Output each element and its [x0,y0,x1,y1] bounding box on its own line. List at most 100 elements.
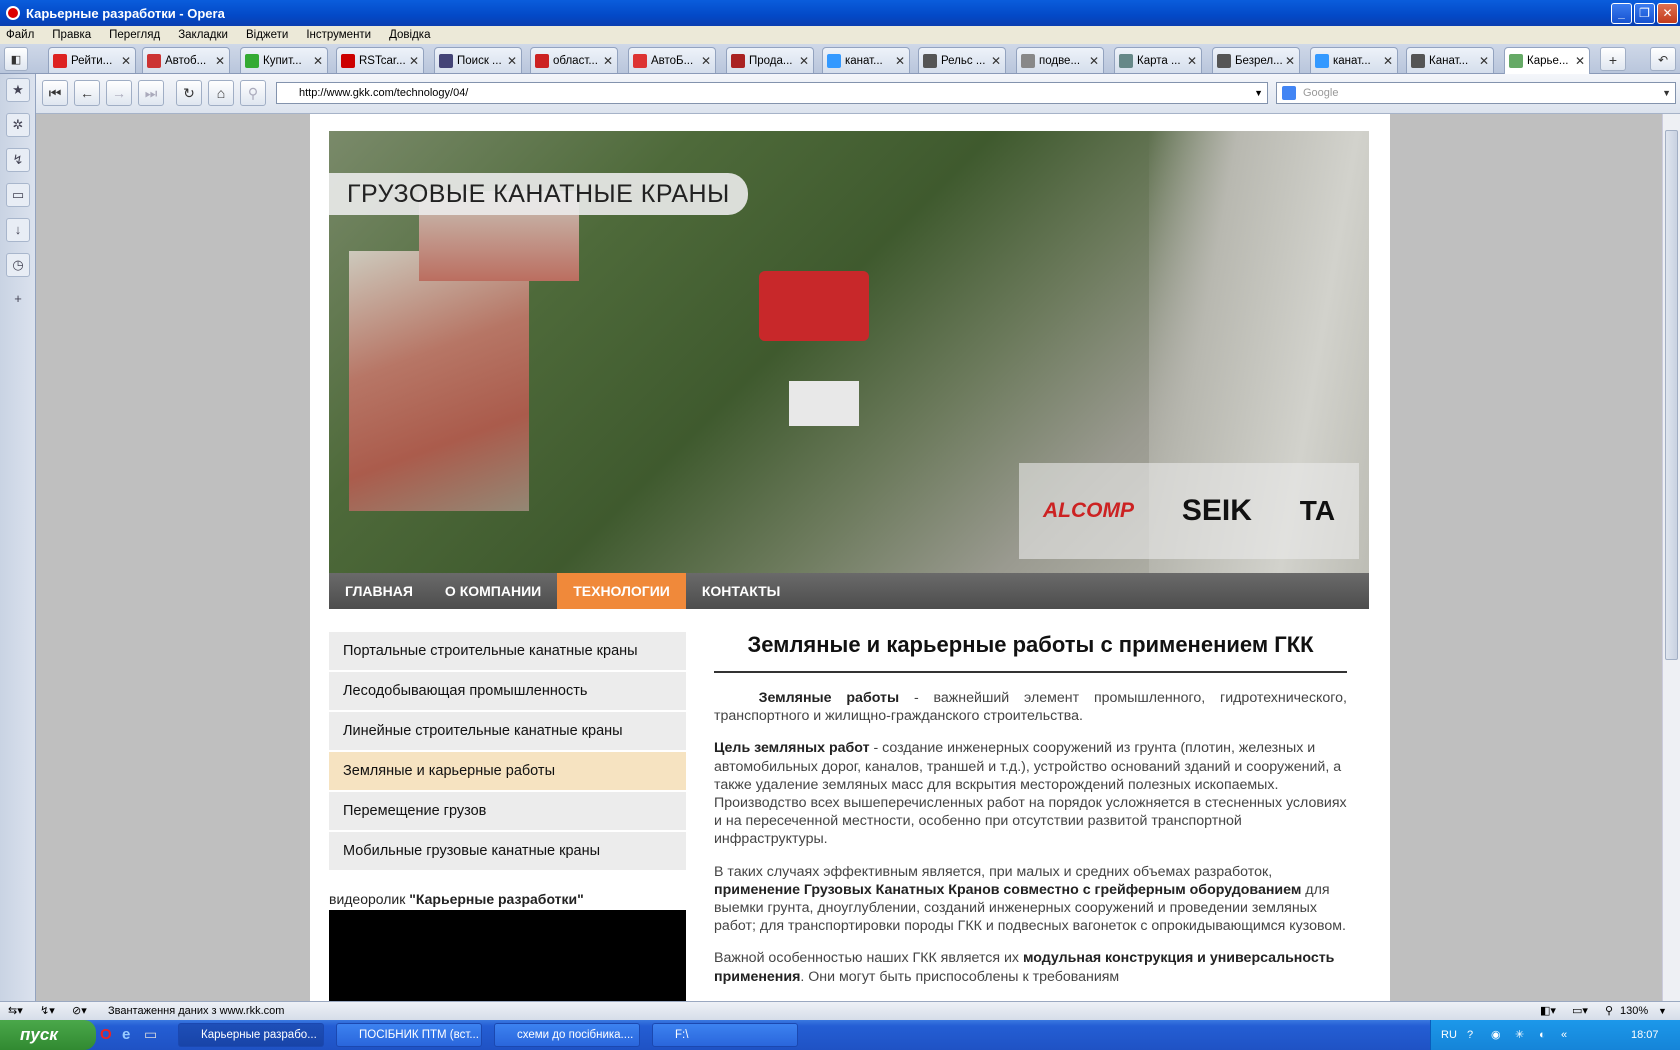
opera-quicklaunch-icon[interactable]: O [100,1026,112,1043]
fast-forward-icon[interactable]: ⏭ [138,80,164,106]
unite-icon[interactable]: ↯ [6,148,30,172]
tab-3[interactable]: RSTcar... ✕ [336,47,424,73]
tab-close-icon[interactable]: ✕ [1383,54,1393,68]
add-panel-icon[interactable]: + [6,288,30,312]
history-icon[interactable]: ◷ [6,253,30,277]
taskbar-item-word1[interactable]: ПОСІБНИК ПТМ (вст... [336,1023,482,1047]
forward-icon[interactable]: → [106,80,132,106]
back-icon[interactable]: ← [74,80,100,106]
menu-bookmarks[interactable]: Закладки [178,29,228,41]
minimize-button[interactable]: _ [1611,3,1632,24]
tab-5[interactable]: област... ✕ [530,47,618,73]
ie-quicklaunch-icon[interactable]: e [122,1026,130,1043]
menu-edit[interactable]: Правка [52,29,91,41]
tab-close-icon[interactable]: ✕ [121,54,131,68]
language-indicator[interactable]: RU [1441,1020,1457,1050]
tab-15[interactable]: Карье... ✕ [1504,47,1590,74]
tab-close-icon[interactable]: ✕ [799,54,809,68]
sync-icon[interactable]: ⇆▾ [8,1002,23,1020]
tab-close-icon[interactable]: ✕ [701,54,711,68]
close-button[interactable]: ✕ [1657,3,1678,24]
menu-help[interactable]: Довідка [389,29,430,41]
taskbar-item-opera[interactable]: Карьерные разрабо... [178,1023,324,1047]
new-tab-button[interactable]: + [1600,47,1626,71]
unite-status-icon[interactable]: ↯▾ [40,1002,55,1020]
home-icon[interactable]: ⌂ [208,80,234,106]
p2-text: - создание инженерных сооружений из грун… [714,740,1347,848]
start-button[interactable]: пуск [0,1020,96,1050]
tab-close-icon[interactable]: ✕ [603,54,613,68]
downloads-icon[interactable]: ↓ [6,218,30,242]
sidebar-item-linear[interactable]: Линейные строительные канатные краны [329,712,686,750]
tab-6[interactable]: АвтоБ... ✕ [628,47,716,73]
tab-8[interactable]: канат... ✕ [822,47,910,73]
zoom-dropdown-icon[interactable]: ▼ [1658,1002,1667,1020]
bookmarks-icon[interactable]: ★ [6,78,30,102]
panel-status-icon[interactable]: ◧▾ [1540,1002,1556,1020]
menu-tools[interactable]: Інструменти [306,29,371,41]
tab-close-icon[interactable]: ✕ [507,54,517,68]
tab-4[interactable]: Поиск ... ✕ [434,47,522,73]
tab-close-icon[interactable]: ✕ [1089,54,1099,68]
wand-icon[interactable]: ⚲ [240,80,266,106]
address-field[interactable]: http://www.gkk.com/technology/04/ ▼ [276,82,1268,104]
turbo-icon[interactable]: ⊘▾ [72,1002,87,1020]
sidebar-item-cargo[interactable]: Перемещение грузов [329,792,686,830]
reload-icon[interactable]: ↻ [176,80,202,106]
sidebar-item-portal[interactable]: Портальные строительные канатные краны [329,632,686,670]
tab-close-icon[interactable]: ✕ [1479,54,1489,68]
tab-close-icon[interactable]: ✕ [1575,54,1585,68]
tab-1[interactable]: Автоб... ✕ [142,47,230,73]
tab-close-icon[interactable]: ✕ [215,54,225,68]
maximize-button[interactable]: ❐ [1634,3,1655,24]
tab-7[interactable]: Прода... ✕ [726,47,814,73]
tab-11[interactable]: Карта ... ✕ [1114,47,1202,73]
search-field[interactable]: Google ▼ [1276,82,1676,104]
panel-toggle-icon[interactable]: ◧ [4,47,28,71]
menu-file[interactable]: Файл [6,29,34,41]
sidebar-item-earthworks[interactable]: Земляные и карьерные работы [329,752,686,790]
menu-view[interactable]: Перегляд [109,29,160,41]
tab-close-icon[interactable]: ✕ [1285,54,1295,68]
tab-label: Канат... [1429,54,1469,67]
tab-10[interactable]: подве... ✕ [1016,47,1104,73]
nav-home[interactable]: ГЛАВНАЯ [329,573,429,609]
search-dropdown-icon[interactable]: ▼ [1662,83,1671,103]
tab-close-icon[interactable]: ✕ [1187,54,1197,68]
tray-expand-icon[interactable]: « [1561,1020,1567,1050]
sidebar-item-forestry[interactable]: Лесодобывающая промышленность [329,672,686,710]
sidebar-item-mobile[interactable]: Мобильные грузовые канатные краны [329,832,686,870]
zoom-icon[interactable]: ⚲ [1605,1002,1613,1020]
rewind-icon[interactable]: ⏮ [42,80,68,106]
tab-close-icon[interactable]: ✕ [895,54,905,68]
taskbar-item-explorer[interactable]: F:\ [652,1023,798,1047]
tab-12[interactable]: Безрел... ✕ [1212,47,1300,73]
tab-close-icon[interactable]: ✕ [313,54,323,68]
nav-about[interactable]: О КОМПАНИИ [429,573,557,609]
desktop-quicklaunch-icon[interactable]: ▭ [144,1026,157,1043]
nav-contacts[interactable]: КОНТАКТЫ [686,573,796,609]
view-icon[interactable]: ▭▾ [1572,1002,1588,1020]
tab-0[interactable]: Рейти... ✕ [48,47,136,73]
video-player[interactable] [329,910,686,1001]
tab-9[interactable]: Рельс ... ✕ [918,47,1006,73]
network-icon: ✳ [1515,1029,1525,1041]
nav-technologies[interactable]: ТЕХНОЛОГИИ [557,573,686,609]
notes-icon[interactable]: ▭ [6,183,30,207]
menu-widgets[interactable]: Віджети [246,29,288,41]
tab-13[interactable]: канат... ✕ [1310,47,1398,73]
volume-icon[interactable]: ◐ [1539,1020,1546,1050]
tab-close-icon[interactable]: ✕ [409,54,419,68]
vertical-scrollbar[interactable] [1662,114,1680,1001]
help-icon[interactable]: ? [1467,1020,1473,1050]
tab-close-icon[interactable]: ✕ [991,54,1001,68]
chevron-down-icon[interactable]: ▼ [1254,83,1263,103]
tab-2[interactable]: Купит... ✕ [240,47,328,73]
trash-icon[interactable]: ↶ [1650,47,1676,71]
zoom-level[interactable]: 130% [1620,1002,1648,1020]
status-text: Звантаження даних з www.rkk.com [108,1005,285,1017]
taskbar-item-word2[interactable]: схеми до посібника.... [494,1023,640,1047]
widgets-icon[interactable]: ✲ [6,113,30,137]
tab-14[interactable]: Канат... ✕ [1406,47,1494,73]
scrollbar-thumb[interactable] [1665,130,1678,660]
